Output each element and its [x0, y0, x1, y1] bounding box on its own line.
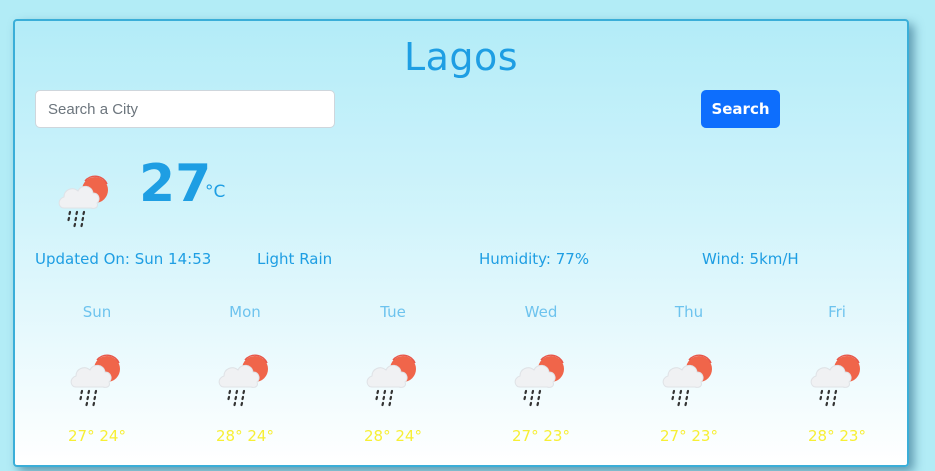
- current-temperature: 27: [139, 154, 212, 214]
- wind: Wind: 5km/H: [702, 250, 799, 268]
- temperature-unit: °C: [205, 182, 226, 202]
- forecast-day: Thu 27° 23°: [629, 303, 749, 453]
- forecast-day: Sun 27° 24°: [37, 303, 157, 453]
- forecast-day-name: Thu: [674, 303, 704, 321]
- rain-cloud-sun-icon: [514, 354, 566, 407]
- search-input[interactable]: [35, 90, 335, 128]
- forecast-day: Mon 28° 24°: [185, 303, 305, 453]
- forecast-day-name: Fri: [828, 303, 846, 321]
- forecast-day-name: Tue: [380, 303, 406, 321]
- forecast-temps: 28° 23°: [808, 427, 866, 445]
- city-title: Lagos: [403, 35, 519, 79]
- forecast-temps: 27° 23°: [512, 427, 570, 445]
- rain-cloud-sun-icon: [58, 175, 110, 228]
- forecast-temps: 28° 24°: [216, 427, 274, 445]
- rain-cloud-sun-icon: [366, 354, 418, 407]
- weather-card: Lagos Search 27 °C Updated On: Sun 14:53…: [13, 19, 909, 467]
- forecast-day: Tue 28° 24°: [333, 303, 453, 453]
- rain-cloud-sun-icon: [810, 354, 862, 407]
- forecast-day-name: Mon: [229, 303, 261, 321]
- humidity: Humidity: 77%: [479, 250, 590, 268]
- forecast-day-name: Wed: [524, 303, 558, 321]
- forecast-day: Wed 27° 23°: [481, 303, 601, 453]
- rain-cloud-sun-icon: [662, 354, 714, 407]
- search-button[interactable]: Search: [701, 90, 780, 128]
- rain-cloud-sun-icon: [70, 354, 122, 407]
- updated-on: Updated On: Sun 14:53: [35, 250, 212, 268]
- forecast-day: Fri 28° 23°: [777, 303, 897, 453]
- rain-cloud-sun-icon: [218, 354, 270, 407]
- weather-condition: Light Rain: [257, 250, 333, 268]
- forecast-temps: 28° 24°: [364, 427, 422, 445]
- forecast-temps: 27° 23°: [660, 427, 718, 445]
- forecast-day-name: Sun: [82, 303, 112, 321]
- forecast-temps: 27° 24°: [68, 427, 126, 445]
